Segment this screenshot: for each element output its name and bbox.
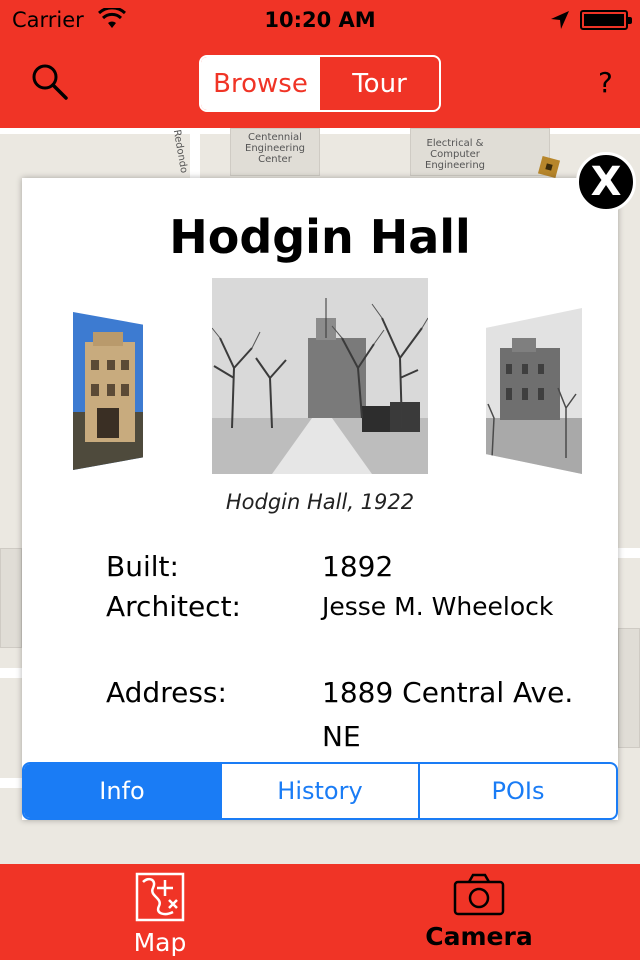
map-label-redondo: Redondo bbox=[170, 128, 190, 175]
camera-tab-label: Camera bbox=[425, 922, 533, 951]
map-icon bbox=[135, 872, 185, 922]
tab-history[interactable]: History bbox=[220, 764, 418, 818]
map-label-electrical: Electrical & Computer Engineering bbox=[425, 138, 485, 171]
browse-tour-segmented-control: Browse Tour bbox=[199, 55, 441, 112]
carousel-photo-main[interactable] bbox=[212, 278, 428, 474]
camera-tab[interactable]: Camera bbox=[420, 872, 538, 951]
architect-label: Architect: bbox=[106, 590, 241, 623]
tour-segment[interactable]: Tour bbox=[320, 57, 439, 110]
carousel-photo-right[interactable] bbox=[486, 308, 582, 474]
building-info-card: Hodgin Hall Hodgin Hall, 1922 Built: 189… bbox=[22, 178, 618, 820]
building-title: Hodgin Hall bbox=[169, 210, 471, 264]
map-label-centennial: Centennial Engineering Center bbox=[245, 132, 305, 165]
search-icon[interactable] bbox=[30, 62, 70, 102]
architect-value: Jesse M. Wheelock bbox=[322, 592, 554, 621]
browse-segment[interactable]: Browse bbox=[201, 57, 320, 110]
help-button[interactable]: ? bbox=[598, 66, 613, 99]
bottom-tab-bar: Map Camera bbox=[0, 864, 640, 960]
info-tabs: Info History POIs bbox=[22, 762, 618, 820]
photo-caption: Hodgin Hall, 1922 bbox=[225, 490, 415, 514]
built-label: Built: bbox=[106, 550, 179, 583]
battery-icon bbox=[580, 10, 632, 30]
address-line1: 1889 Central Ave. bbox=[322, 676, 574, 709]
map-tab[interactable]: Map bbox=[110, 872, 210, 957]
status-bar: Carrier 10:20 AM bbox=[0, 0, 640, 40]
carousel-photo-left[interactable] bbox=[73, 312, 143, 470]
clock: 10:20 AM bbox=[264, 8, 376, 32]
address-line2: NE bbox=[322, 720, 361, 753]
camera-icon bbox=[453, 873, 505, 916]
location-arrow-icon bbox=[551, 11, 569, 29]
building-marker-icon[interactable] bbox=[538, 156, 560, 178]
close-button[interactable]: X bbox=[576, 152, 636, 212]
built-value: 1892 bbox=[322, 550, 394, 583]
navigation-bar: Carrier 10:20 AM Browse Tour ? bbox=[0, 0, 640, 128]
address-label: Address: bbox=[106, 676, 227, 709]
tab-pois[interactable]: POIs bbox=[418, 764, 616, 818]
tab-info[interactable]: Info bbox=[24, 764, 220, 818]
map-tab-label: Map bbox=[133, 928, 187, 957]
